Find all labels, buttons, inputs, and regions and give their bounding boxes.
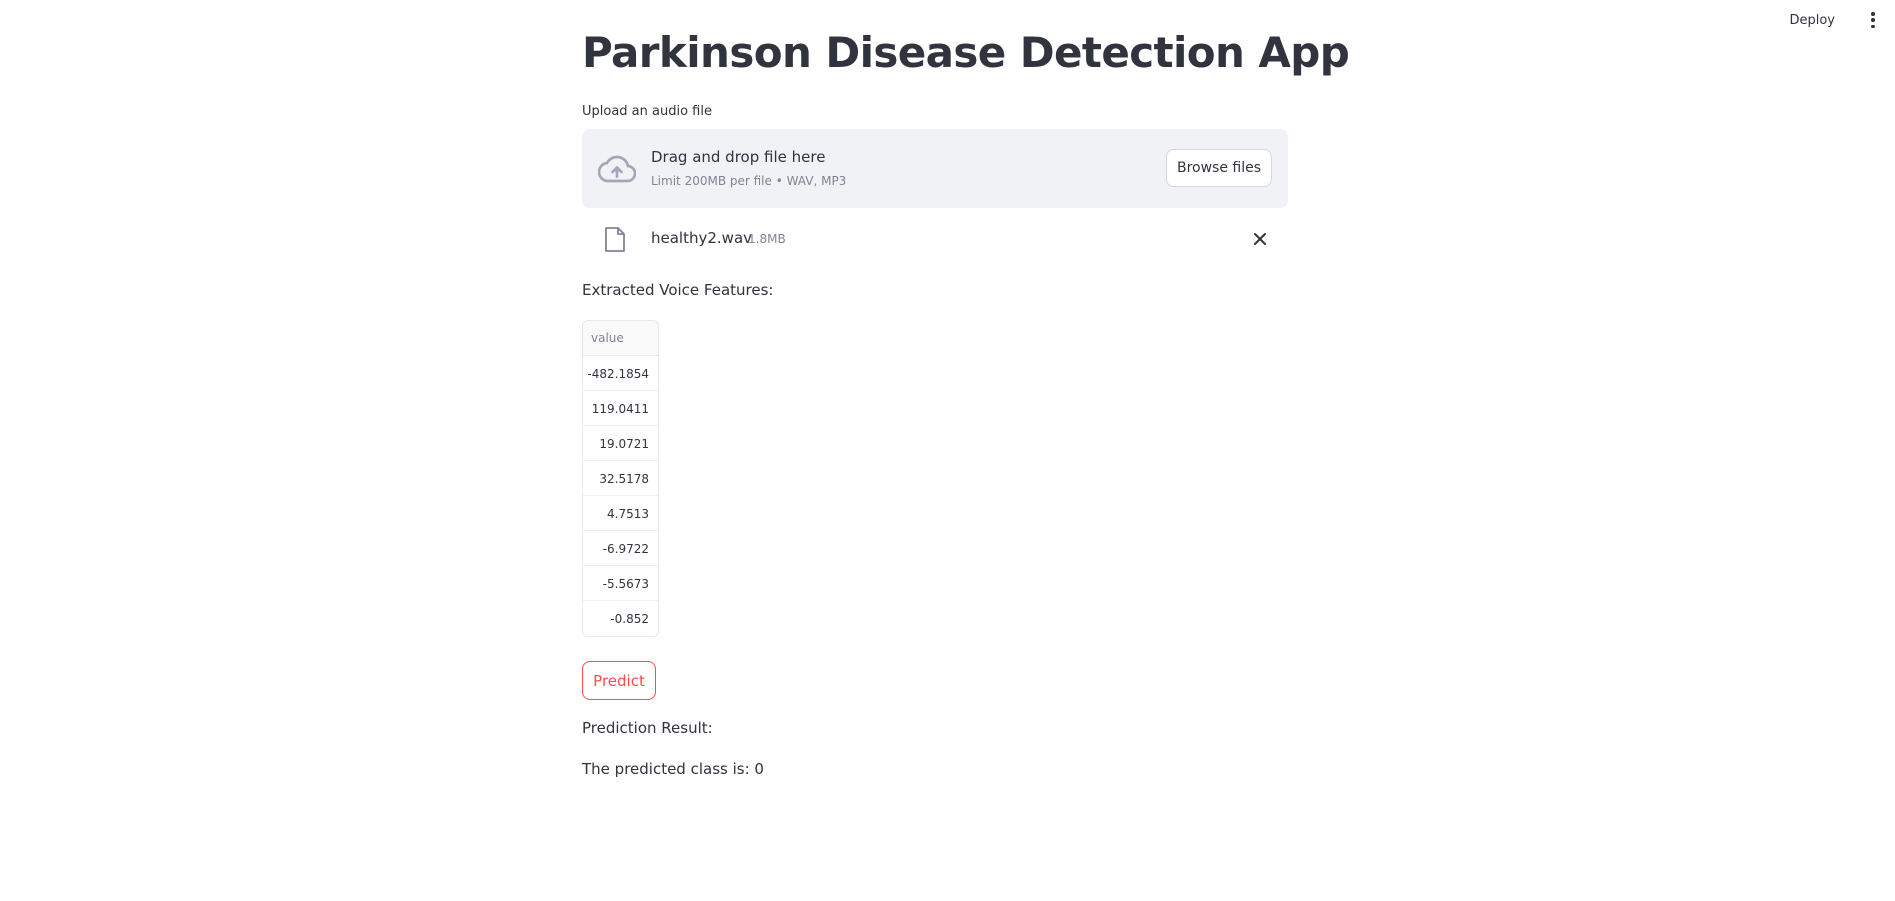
table-row[interactable]: -0.852 bbox=[583, 601, 658, 636]
features-table[interactable]: value -482.1854 119.0411 19.0721 32.5178… bbox=[582, 320, 659, 637]
cloud-upload-icon bbox=[598, 155, 636, 183]
table-row[interactable]: 32.5178 bbox=[583, 461, 658, 496]
features-label: Extracted Voice Features: bbox=[582, 281, 774, 299]
kebab-menu-icon[interactable] bbox=[1865, 12, 1881, 28]
table-row[interactable]: 119.0411 bbox=[583, 391, 658, 426]
predict-button[interactable]: Predict bbox=[582, 661, 656, 700]
table-row[interactable]: 4.7513 bbox=[583, 496, 658, 531]
uploaded-file-row: healthy2.wav 1.8MB bbox=[582, 222, 1288, 256]
close-icon[interactable] bbox=[1250, 229, 1270, 249]
file-dropzone[interactable]: Drag and drop file here Limit 200MB per … bbox=[582, 129, 1288, 208]
uploader-label: Upload an audio file bbox=[582, 104, 712, 119]
prediction-result-label: Prediction Result: bbox=[582, 719, 713, 737]
browse-files-button[interactable]: Browse files bbox=[1166, 149, 1272, 187]
table-row[interactable]: -482.1854 bbox=[583, 356, 658, 391]
dropzone-title: Drag and drop file here bbox=[651, 148, 826, 166]
table-row[interactable]: 19.0721 bbox=[583, 426, 658, 461]
table-row[interactable]: -6.9722 bbox=[583, 531, 658, 566]
prediction-result-text: The predicted class is: 0 bbox=[582, 760, 764, 778]
dropzone-subtitle: Limit 200MB per file • WAV, MP3 bbox=[651, 174, 847, 188]
page-title: Parkinson Disease Detection App bbox=[582, 28, 1350, 77]
file-icon bbox=[605, 227, 625, 252]
deploy-button[interactable]: Deploy bbox=[1785, 11, 1839, 30]
uploaded-file-size: 1.8MB bbox=[748, 232, 786, 246]
uploaded-file-name: healthy2.wav bbox=[651, 229, 753, 247]
table-row[interactable]: -5.5673 bbox=[583, 566, 658, 601]
table-header-value[interactable]: value bbox=[583, 321, 658, 356]
